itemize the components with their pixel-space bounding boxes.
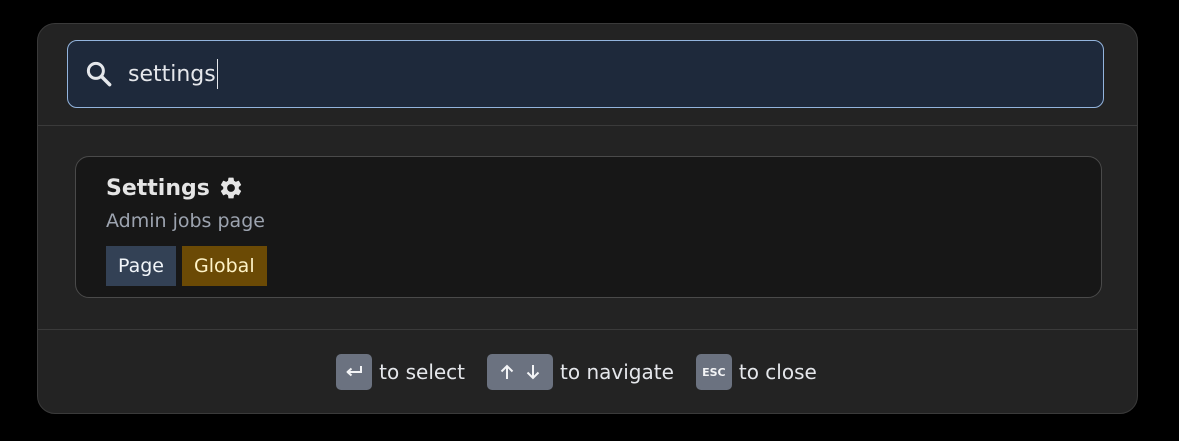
result-tags: Page Global: [106, 246, 1101, 286]
search-row: settings: [38, 24, 1137, 126]
text-caret: [216, 59, 219, 89]
keyboard-hints: to select to navigate ESC to close: [38, 330, 1137, 413]
command-palette: settings Settings Admin jobs page Page G…: [37, 23, 1138, 414]
hint-select-label: to select: [379, 360, 466, 384]
tag-page: Page: [106, 246, 176, 286]
result-item[interactable]: Settings Admin jobs page Page Global: [75, 156, 1102, 298]
hint-navigate-label: to navigate: [560, 360, 674, 384]
hint-navigate: to navigate: [487, 354, 674, 390]
arrow-up-icon: [500, 364, 514, 379]
result-title: Settings: [106, 175, 210, 201]
hint-select: to select: [336, 354, 465, 390]
result-subtitle: Admin jobs page: [106, 210, 265, 232]
gear-icon: [218, 175, 244, 201]
results-list: Settings Admin jobs page Page Global: [38, 126, 1137, 330]
search-input[interactable]: settings: [128, 54, 1103, 94]
arrow-keys: [487, 354, 554, 390]
search-input-value: settings: [128, 61, 216, 87]
tag-global: Global: [182, 246, 267, 286]
result-title-row: Settings: [106, 173, 1101, 203]
search-box[interactable]: settings: [67, 40, 1104, 108]
hint-close-label: to close: [738, 360, 817, 384]
esc-key: ESC: [695, 354, 732, 390]
search-icon: [84, 59, 114, 89]
hint-close: ESC to close: [695, 354, 817, 390]
enter-key-icon: [336, 354, 373, 390]
arrow-down-icon: [526, 365, 540, 380]
